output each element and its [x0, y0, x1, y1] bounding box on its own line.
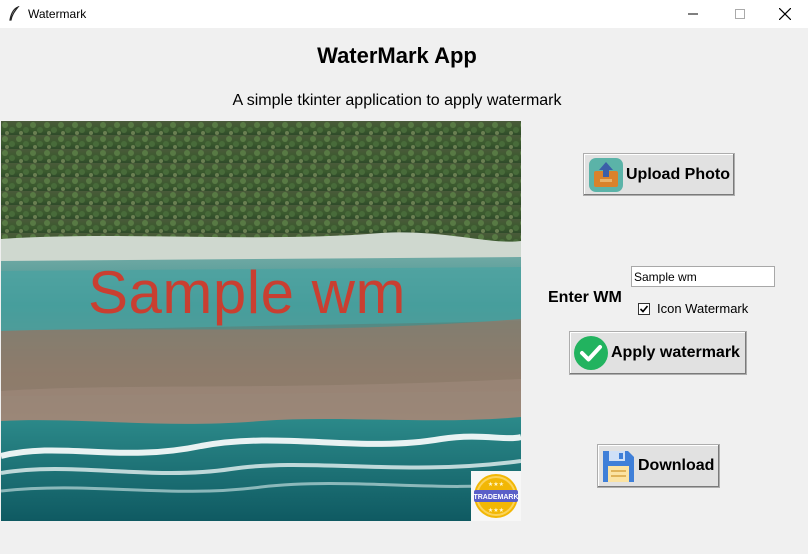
download-button[interactable]: Download: [597, 444, 720, 488]
watermark-text-overlay: Sample wm: [88, 259, 406, 326]
window-titlebar: Watermark: [0, 0, 808, 28]
upload-icon: [588, 157, 624, 193]
icon-watermark-label: Icon Watermark: [657, 301, 749, 316]
save-disk-icon: [600, 448, 636, 484]
apply-watermark-button[interactable]: Apply watermark: [569, 331, 747, 375]
trademark-badge-label: TRADEMARK: [473, 494, 518, 501]
upload-photo-label: Upload Photo: [626, 165, 730, 183]
icon-watermark-checkbox-row[interactable]: Icon Watermark: [638, 301, 748, 316]
app-subtitle: A simple tkinter application to apply wa…: [232, 92, 562, 109]
upload-photo-button[interactable]: Upload Photo: [583, 153, 735, 196]
apply-watermark-label: Apply watermark: [611, 344, 740, 361]
app-title: WaterMark App: [317, 43, 477, 68]
svg-text:★★★: ★★★: [488, 507, 504, 514]
check-icon: [573, 335, 609, 371]
window-title: Watermark: [28, 7, 87, 21]
trademark-icon: TRADEMARK ★★★ ★★★: [471, 471, 521, 521]
close-button[interactable]: [762, 0, 808, 28]
svg-text:★★★: ★★★: [488, 481, 504, 488]
download-label: Download: [638, 457, 715, 474]
minimize-button[interactable]: [670, 0, 716, 28]
watermark-text-input[interactable]: [631, 266, 775, 287]
icon-watermark-checkbox[interactable]: [638, 302, 650, 315]
feather-icon: [8, 5, 20, 22]
enter-wm-label: Enter WM: [548, 289, 622, 306]
maximize-button[interactable]: [717, 0, 763, 28]
